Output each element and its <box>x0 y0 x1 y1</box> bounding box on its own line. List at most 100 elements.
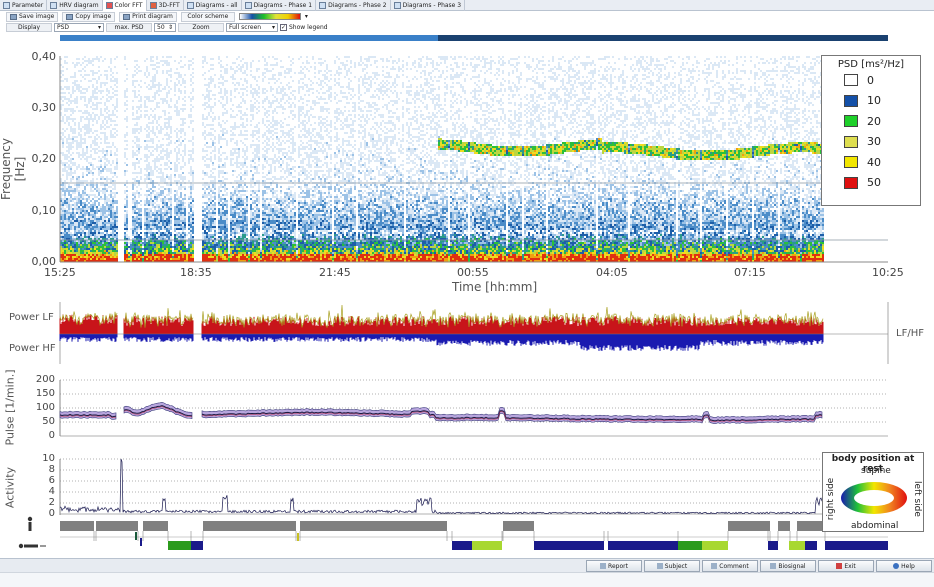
spectrogram-cell <box>158 168 160 170</box>
spectrogram-cell <box>242 186 244 188</box>
spectrogram-cell <box>90 230 92 232</box>
spectrogram-cell <box>140 216 142 218</box>
spectrogram-cell <box>114 216 116 218</box>
spectrogram-cell <box>78 126 80 128</box>
spectrogram-cell <box>180 234 182 236</box>
spectrogram-cell <box>230 160 232 162</box>
spectrogram-cell <box>178 258 180 260</box>
spectrogram-cell <box>64 196 66 198</box>
spectrogram-cell <box>94 254 96 256</box>
spectrogram-cell <box>160 156 162 158</box>
spectrogram-cell <box>226 188 228 190</box>
spectrogram-cell <box>174 224 176 226</box>
spectrogram-cell <box>244 216 246 218</box>
spectrogram-cell <box>64 130 66 132</box>
spectrogram-cell <box>168 136 170 138</box>
spectrogram-cell <box>182 160 184 162</box>
spectrogram-cell <box>212 256 214 258</box>
spectrogram-cell <box>90 224 92 226</box>
spectrogram-cell <box>70 96 72 98</box>
spectrogram-cell <box>132 152 134 154</box>
spectrogram-cell <box>154 198 156 200</box>
spectrogram-cell <box>160 244 162 246</box>
spectrogram-cell <box>182 156 184 158</box>
spectrogram-cell <box>244 190 246 192</box>
spectrogram-cell <box>146 160 148 162</box>
spectrogram-cell <box>124 152 126 154</box>
spectrogram-cell <box>184 194 186 196</box>
spectrogram-cell <box>230 138 232 140</box>
spectrogram-cell <box>162 156 164 158</box>
spectrogram-cell <box>92 228 94 230</box>
spectrogram-cell <box>126 248 128 250</box>
spectrogram-cell <box>98 202 100 204</box>
spectrogram-cell <box>124 232 126 234</box>
spectrogram-cell <box>152 206 154 208</box>
spectrogram-cell <box>252 202 254 204</box>
spectrogram-cell <box>232 170 234 172</box>
spectrogram-cell <box>206 194 208 196</box>
spectrogram-cell <box>180 174 182 176</box>
spectrogram-cell <box>72 220 74 222</box>
spectrogram-cell <box>92 254 94 256</box>
spectrogram-cell <box>206 116 208 118</box>
spectrogram-cell <box>82 244 84 246</box>
spectrogram-cell <box>168 230 170 232</box>
spectrogram-cell <box>236 142 238 144</box>
spectrogram-cell <box>162 228 164 230</box>
spectrogram-cell <box>202 242 204 244</box>
spectrogram-cell <box>78 70 80 72</box>
spectrogram-cell <box>62 74 64 76</box>
spectrogram-cell <box>156 194 158 196</box>
spectrogram-cell <box>130 254 132 256</box>
spectrogram-cell <box>152 228 154 230</box>
spectrogram-cell <box>202 118 204 120</box>
spectrogram-cell <box>62 134 64 136</box>
spectrogram-cell <box>184 248 186 250</box>
spectrogram-cell <box>174 244 176 246</box>
spectrogram-cell <box>108 118 110 120</box>
spectrogram-cell <box>68 236 70 238</box>
spectrogram-cell <box>234 230 236 232</box>
spectrogram-cell <box>96 190 98 192</box>
spectrogram-cell <box>96 218 98 220</box>
spectrogram-cell <box>190 198 192 200</box>
spectrogram-cell <box>88 202 90 204</box>
spectrogram-cell <box>160 132 162 134</box>
spectrogram-cell <box>88 62 90 64</box>
spectrogram-cell <box>242 148 244 150</box>
spectrogram-cell <box>218 228 220 230</box>
spectrogram-cell <box>234 202 236 204</box>
spectrogram-cell <box>146 58 148 60</box>
spectrogram-cell <box>158 256 160 258</box>
spectrogram-cell <box>226 90 228 92</box>
spectrogram-cell <box>168 246 170 248</box>
spectrogram-cell <box>72 254 74 256</box>
spectrogram-cell <box>72 158 74 160</box>
spectrogram-cell <box>236 198 238 200</box>
spectrogram-cell <box>246 244 248 246</box>
spectrogram-cell <box>76 206 78 208</box>
spectrogram-cell <box>76 244 78 246</box>
spectrogram-cell <box>216 244 218 246</box>
spectrogram-cell <box>150 202 152 204</box>
spectrogram-cell <box>126 218 128 220</box>
spectrogram-cell <box>136 204 138 206</box>
spectrogram-cell <box>224 246 226 248</box>
spectrogram-cell <box>64 208 66 210</box>
spectrogram-cell <box>184 198 186 200</box>
spectrogram-cell <box>254 234 256 236</box>
spectrogram-cell <box>100 226 102 228</box>
spectrogram-cell <box>74 258 76 260</box>
spectrogram-cell <box>152 76 154 78</box>
spectrogram-cell <box>88 102 90 104</box>
spectrogram-cell <box>210 58 212 60</box>
spectrogram-cell <box>94 158 96 160</box>
spectrogram-cell <box>242 218 244 220</box>
spectrogram-cell <box>132 130 134 132</box>
spectrogram-cell <box>178 204 180 206</box>
spectrogram-cell <box>140 146 142 148</box>
spectrogram-cell <box>234 180 236 182</box>
spectrogram-cell <box>164 162 166 164</box>
spectrogram-cell <box>136 118 138 120</box>
